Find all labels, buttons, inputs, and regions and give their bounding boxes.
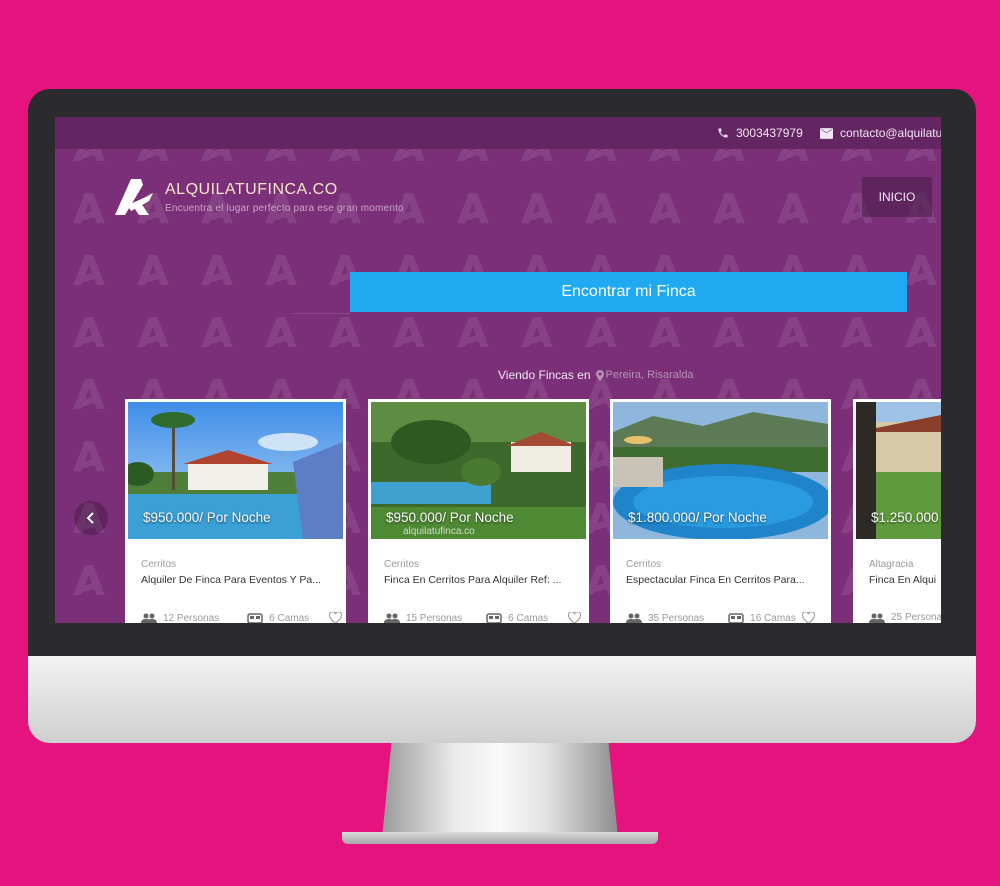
property-location: Altagracia [869,559,914,570]
email-address: contacto@alquilatufi [840,126,941,140]
monitor-chin [28,656,976,743]
property-title[interactable]: Finca En Cerritos Para Alquiler Ref: ... [384,574,574,586]
price-tag: $1.800.000/ Por Noche [628,510,767,525]
location-indicator: Viendo Fincas en Pereira, Risaralda [498,368,694,382]
capacity-text: 15 Personas [406,612,463,624]
monitor-stand [382,743,618,838]
property-title[interactable]: Finca En Alqui [869,574,941,586]
property-location: Cerritos [141,559,177,570]
location-city[interactable]: Pereira, Risaralda [595,369,694,381]
nav-home-button[interactable]: INICIO [862,177,932,217]
beds-text: 6 Camas [508,612,549,624]
price-tag: $1.250.000 [871,510,939,525]
property-location: Cerritos [384,559,420,570]
heart-icon[interactable] [801,612,815,623]
brand-name: ALQUILATUFINCA.CO [165,180,338,198]
carousel-prev-button[interactable] [74,501,108,535]
chevron-left-icon [86,512,94,524]
photo-watermark: alquilatufinca.co [403,526,475,537]
people-icon [384,613,400,623]
property-meta: 15 Personas 6 Camas [384,612,582,624]
map-pin-icon [595,369,604,381]
capacity-text: 25 Personas [891,612,941,623]
people-icon [141,613,157,623]
property-meta: 35 Personas 16 Camas [626,612,815,623]
heart-icon[interactable] [568,612,582,623]
property-location: Cerritos [626,559,662,570]
people-icon [869,613,885,623]
beds-text: 16 Camas [750,612,796,624]
location-city-text: Pereira, Risaralda [605,369,694,381]
property-card[interactable]: $950.000/ Por Noche alquilatufinca.co Ce… [368,399,589,623]
capacity-text: 12 Personas [163,612,220,624]
bed-icon [247,612,263,623]
logo-a-icon [115,179,153,215]
phone-contact[interactable]: 3003437979 [717,126,803,140]
mail-icon [820,127,833,139]
heart-icon[interactable] [329,612,343,623]
phone-number: 3003437979 [736,126,803,140]
property-meta: 12 Personas 6 Camas [141,612,343,624]
phone-icon [718,128,728,138]
location-label: Viendo Fincas en [498,368,591,382]
website-screen: 3003437979 contacto@alquilatufi ALQUILAT… [55,117,941,623]
price-tag: $950.000/ Por Noche [143,510,271,525]
property-card[interactable]: $1.250.000 Altagracia Finca En Alqui 25 … [853,399,941,623]
monitor-base [342,832,658,844]
top-contact-bar: 3003437979 contacto@alquilatufi [55,117,941,149]
find-finca-button[interactable]: Encontrar mi Finca [350,272,907,312]
bed-icon [728,612,744,623]
property-meta: 25 Personas [869,612,941,623]
people-icon [626,613,642,623]
property-title[interactable]: Alquiler De Finca Para Eventos Y Pa... [141,574,331,586]
capacity-text: 35 Personas [648,612,705,624]
beds-text: 6 Camas [269,612,310,624]
search-field-underline [292,313,350,314]
brand-tagline: Encuentra el lugar perfecto para ese gra… [165,202,404,214]
property-title[interactable]: Espectacular Finca En Cerritos Para... [626,574,816,586]
property-card[interactable]: $950.000/ Por Noche Cerritos Alquiler De… [125,399,346,623]
site-logo[interactable]: ALQUILATUFINCA.CO Encuentra el lugar per… [113,177,404,217]
email-contact[interactable]: contacto@alquilatufi [820,126,941,140]
price-tag: $950.000/ Por Noche [386,510,514,525]
bed-icon [486,612,502,623]
property-card[interactable]: $1.800.000/ Por Noche Cerritos Espectacu… [610,399,831,623]
